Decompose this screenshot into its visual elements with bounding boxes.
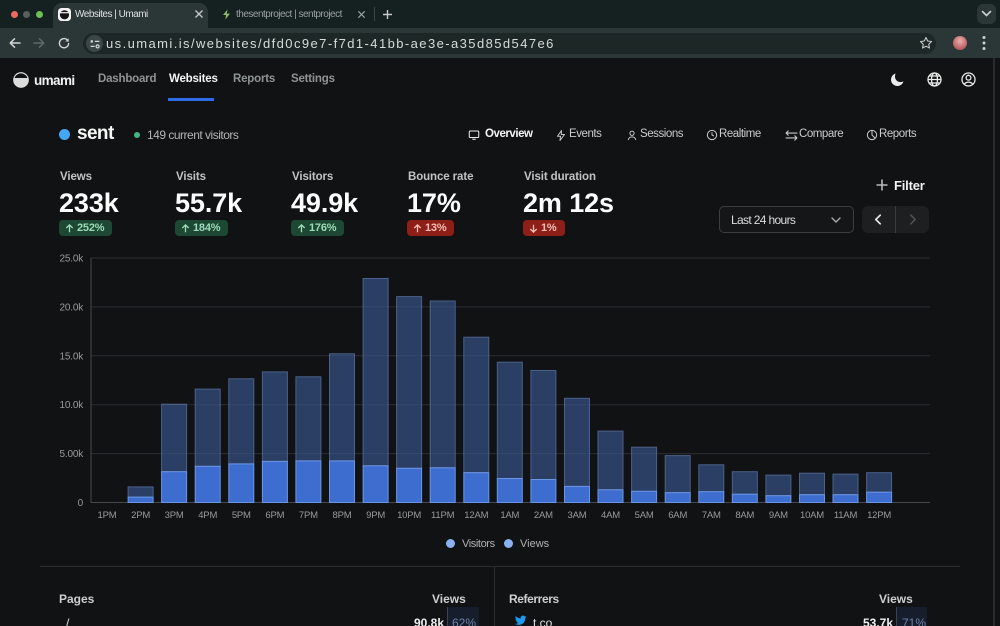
svg-text:8AM: 8AM bbox=[735, 510, 754, 521]
svg-text:8PM: 8PM bbox=[333, 510, 352, 521]
svg-text:9AM: 9AM bbox=[769, 510, 788, 521]
svg-text:5AM: 5AM bbox=[635, 510, 654, 521]
svg-text:4AM: 4AM bbox=[601, 510, 620, 521]
svg-text:7AM: 7AM bbox=[702, 510, 721, 521]
svg-text:4PM: 4PM bbox=[198, 510, 217, 521]
svg-text:7PM: 7PM bbox=[299, 510, 318, 521]
svg-text:3AM: 3AM bbox=[568, 510, 587, 521]
svg-text:6AM: 6AM bbox=[668, 510, 687, 521]
svg-text:25.0k: 25.0k bbox=[60, 254, 85, 265]
svg-text:10AM: 10AM bbox=[800, 510, 824, 521]
svg-text:12PM: 12PM bbox=[867, 510, 891, 521]
svg-text:2AM: 2AM bbox=[534, 510, 553, 521]
svg-text:11AM: 11AM bbox=[834, 510, 858, 521]
svg-text:2PM: 2PM bbox=[131, 510, 150, 521]
svg-text:5PM: 5PM bbox=[232, 510, 251, 521]
svg-text:10PM: 10PM bbox=[397, 510, 421, 521]
svg-text:11PM: 11PM bbox=[431, 510, 455, 521]
svg-text:9PM: 9PM bbox=[366, 510, 385, 521]
svg-text:6PM: 6PM bbox=[265, 510, 284, 521]
svg-text:12AM: 12AM bbox=[464, 510, 488, 521]
svg-text:15.0k: 15.0k bbox=[60, 351, 85, 362]
svg-text:1PM: 1PM bbox=[98, 510, 117, 521]
svg-text:0: 0 bbox=[78, 498, 84, 509]
svg-text:10.0k: 10.0k bbox=[60, 400, 85, 411]
svg-text:3PM: 3PM bbox=[165, 510, 184, 521]
svg-text:20.0k: 20.0k bbox=[60, 302, 85, 313]
svg-text:1AM: 1AM bbox=[500, 510, 519, 521]
svg-text:5.00k: 5.00k bbox=[60, 449, 85, 460]
